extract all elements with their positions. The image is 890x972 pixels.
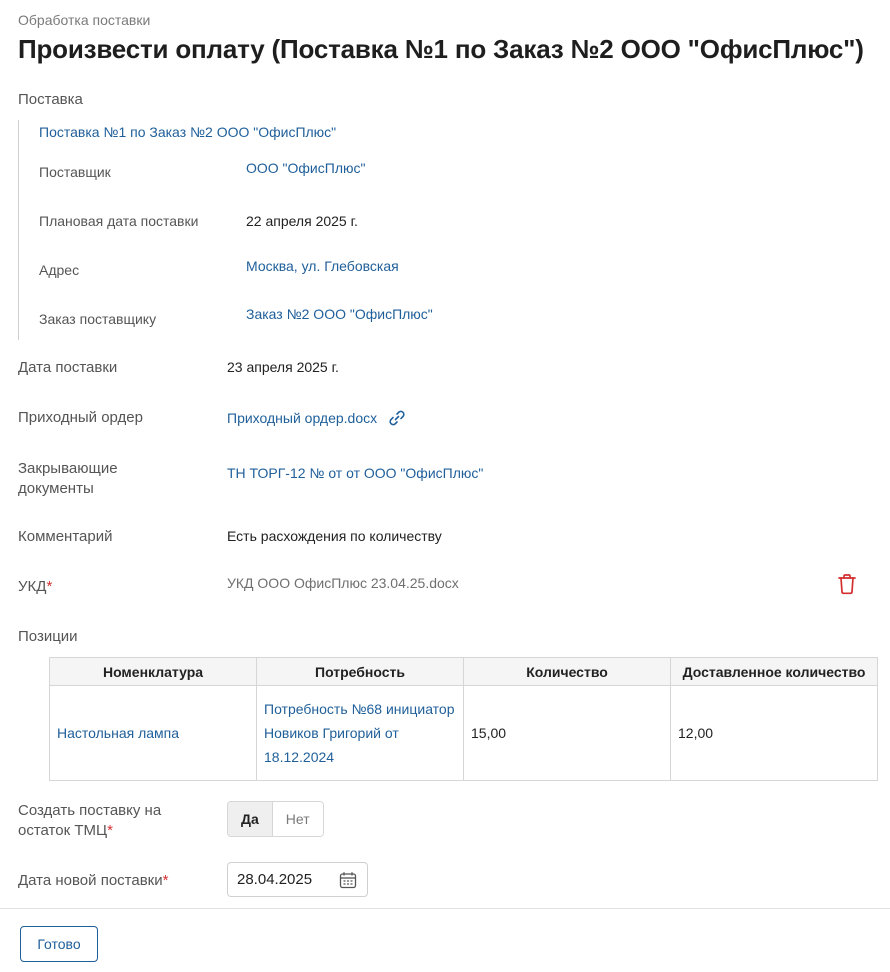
- page-title: Произвести оплату (Поставка №1 по Заказ …: [18, 34, 864, 64]
- ukd-label: УКД*: [18, 577, 52, 597]
- supplier-order-label: Заказ поставщику: [39, 311, 157, 327]
- closing-docs-label: Закрывающие документы: [18, 460, 118, 497]
- toggle-option-yes[interactable]: Да: [228, 802, 273, 836]
- required-mark: *: [162, 872, 169, 889]
- closing-docs-value[interactable]: ТН ТОРГ-12 № от от ООО "ОфисПлюс": [227, 465, 483, 481]
- trash-icon[interactable]: [837, 573, 857, 595]
- delivered-quantity-cell: 12,00: [670, 685, 878, 781]
- create-remainder-label: Создать поставку на остаток ТМЦ*: [18, 801, 198, 841]
- delivery-date-label: Дата поставки: [18, 359, 118, 376]
- column-header: Потребность: [256, 657, 464, 686]
- receipt-order-value[interactable]: Приходный ордер.docx: [227, 408, 407, 431]
- receipt-order-file-link[interactable]: Приходный ордер.docx: [227, 410, 377, 426]
- delivery-link[interactable]: Поставка №1 по Заказ №2 ООО "ОфисПлюс": [39, 124, 336, 140]
- done-button[interactable]: Готово: [20, 926, 98, 962]
- footer-divider: [0, 908, 890, 909]
- paperclip-icon[interactable]: [387, 408, 407, 431]
- quantity-cell: 15,00: [463, 685, 671, 781]
- positions-label: Позиции: [18, 628, 78, 645]
- delivery-date-value: 23 апреля 2025 г.: [227, 359, 339, 375]
- new-delivery-date-label-text: Дата новой поставки: [18, 872, 163, 889]
- address-value[interactable]: Москва, ул. Глебовская: [246, 258, 399, 274]
- breadcrumb-subtitle: Обработка поставки: [18, 12, 151, 28]
- required-mark: *: [46, 578, 53, 595]
- positions-table: Номенклатура Потребность Количество Дост…: [49, 657, 878, 781]
- column-header: Доставленное количество: [670, 657, 878, 686]
- planned-date-value: 22 апреля 2025 г.: [246, 213, 358, 229]
- nomenclature-cell[interactable]: Настольная лампа: [49, 685, 257, 781]
- supplier-order-value[interactable]: Заказ №2 ООО "ОфисПлюс": [246, 306, 433, 322]
- column-header: Количество: [463, 657, 671, 686]
- planned-date-label: Плановая дата поставки: [39, 213, 199, 229]
- comment-value: Есть расхождения по количеству: [227, 528, 442, 544]
- ukd-file-value[interactable]: УКД ООО ОфисПлюс 23.04.25.docx: [227, 575, 459, 591]
- supplier-label: Поставщик: [39, 164, 111, 180]
- comment-label: Комментарий: [18, 528, 113, 545]
- calendar-icon[interactable]: [339, 871, 357, 894]
- create-remainder-label-text: Создать поставку на остаток ТМЦ: [18, 802, 162, 839]
- table-header-row: Номенклатура Потребность Количество Дост…: [49, 657, 878, 686]
- ukd-label-text: УКД: [18, 578, 47, 595]
- receipt-order-label: Приходный ордер: [18, 409, 143, 426]
- date-value[interactable]: 28.04.2025: [237, 871, 312, 888]
- new-delivery-date-label: Дата новой поставки*: [18, 871, 168, 891]
- delivery-nested-card: Поставка №1 по Заказ №2 ООО "ОфисПлюс" П…: [18, 120, 468, 340]
- delivery-section-label: Поставка: [18, 91, 83, 108]
- toggle-option-no[interactable]: Нет: [272, 802, 323, 836]
- need-cell[interactable]: Потребность №68 инициатор Новиков Григор…: [256, 685, 464, 781]
- table-row: Настольная лампа Потребность №68 инициат…: [49, 685, 878, 781]
- yes-no-toggle[interactable]: Да Нет: [227, 801, 324, 837]
- address-label: Адрес: [39, 262, 80, 278]
- supplier-value[interactable]: ООО "ОфисПлюс": [246, 160, 365, 176]
- column-header: Номенклатура: [49, 657, 257, 686]
- new-delivery-date-input[interactable]: 28.04.2025: [227, 862, 368, 897]
- required-mark: *: [107, 822, 113, 839]
